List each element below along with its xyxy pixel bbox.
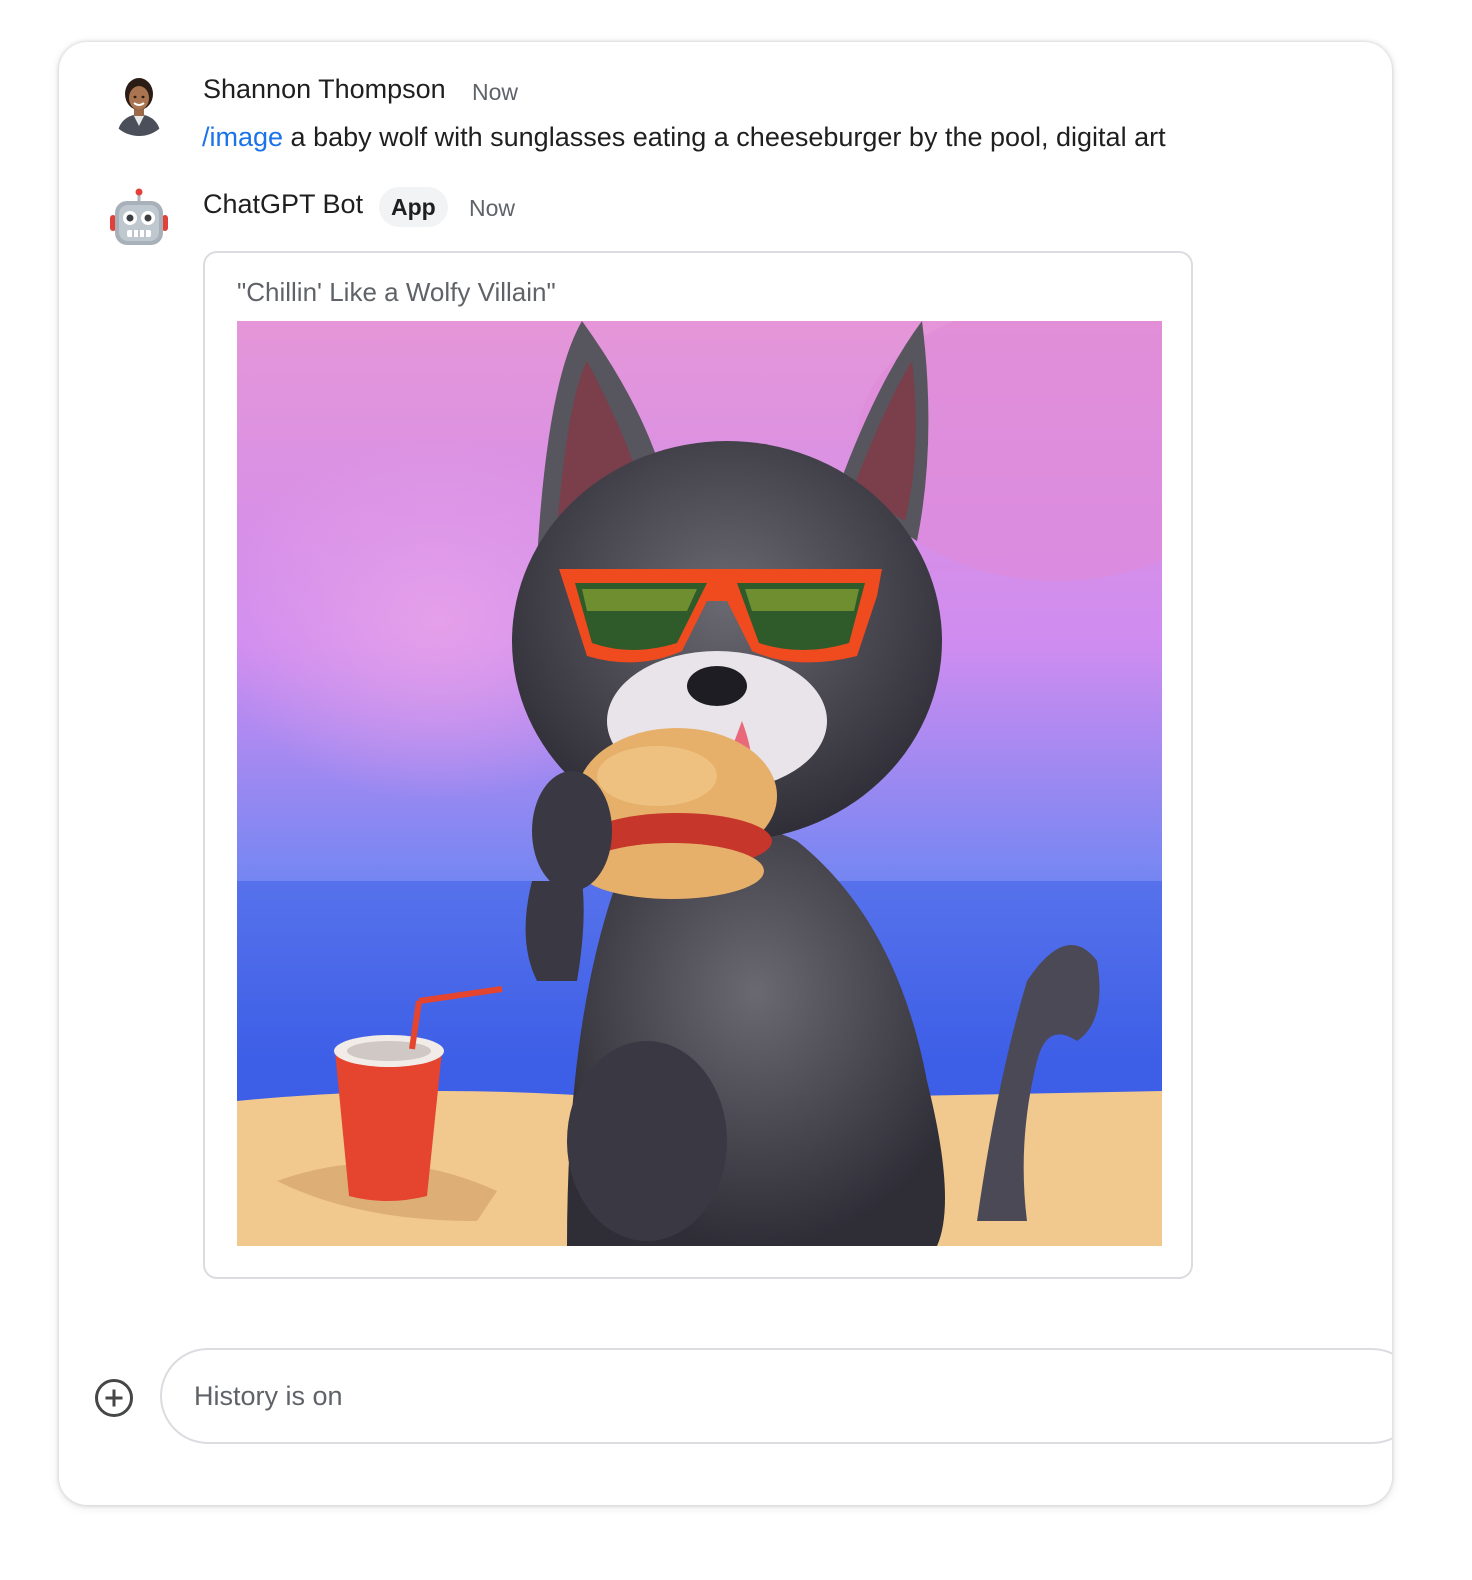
message-input[interactable] bbox=[194, 1350, 1194, 1442]
sender-name[interactable]: Shannon Thompson bbox=[203, 74, 446, 105]
user-avatar[interactable] bbox=[107, 72, 171, 136]
add-attachment-button[interactable] bbox=[94, 1378, 134, 1418]
image-card[interactable]: "Chillin' Like a Wolfy Villain" bbox=[203, 251, 1193, 1279]
slash-command[interactable]: /image bbox=[202, 122, 283, 152]
app-badge: App bbox=[379, 187, 448, 227]
generated-image[interactable] bbox=[237, 321, 1162, 1246]
add-circle-icon bbox=[95, 1379, 133, 1417]
message-text: /image a baby wolf with sunglasses eatin… bbox=[202, 122, 1166, 153]
chat-panel: Shannon Thompson Now /image a baby wolf … bbox=[59, 42, 1392, 1505]
message-body: a baby wolf with sunglasses eating a che… bbox=[283, 122, 1166, 152]
card-title: "Chillin' Like a Wolfy Villain" bbox=[237, 277, 556, 307]
user-photo-avatar bbox=[107, 72, 171, 136]
sender-name[interactable]: ChatGPT Bot bbox=[203, 189, 363, 220]
robot-icon bbox=[107, 187, 171, 251]
bot-avatar[interactable] bbox=[107, 187, 171, 251]
wolf-with-sunglasses-eating-cheeseburger-image bbox=[237, 321, 1162, 1246]
message-timestamp: Now bbox=[472, 79, 519, 105]
message-timestamp: Now bbox=[469, 195, 516, 221]
message-composer[interactable] bbox=[160, 1348, 1392, 1444]
